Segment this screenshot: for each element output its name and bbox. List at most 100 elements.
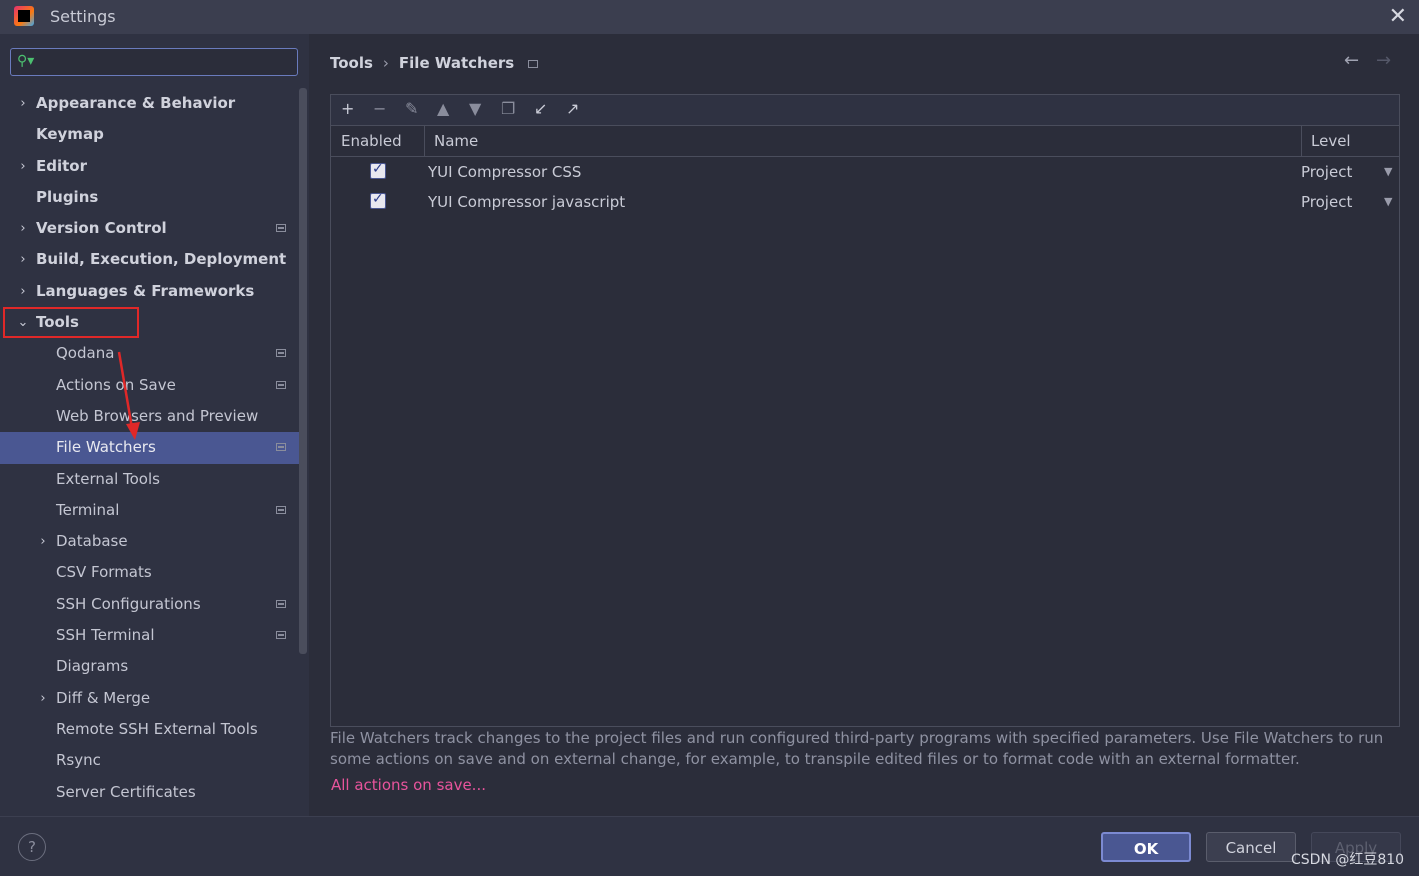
all-actions-on-save-link[interactable]: All actions on save...: [331, 776, 486, 794]
sidebar-item[interactable]: SSH Terminal: [0, 620, 300, 651]
add-icon[interactable]: +: [341, 99, 354, 118]
close-icon[interactable]: ✕: [1389, 4, 1407, 29]
table-header: Enabled Name Level: [331, 126, 1399, 157]
level-select[interactable]: Project: [1301, 193, 1352, 211]
table-toolbar: + − ✎ ▲ ▼ ❐ ↙ ↗: [331, 95, 1399, 126]
sidebar-item-label: Appearance & Behavior: [36, 94, 236, 112]
header-level[interactable]: Level: [1311, 132, 1351, 150]
sidebar-item[interactable]: Web Browsers and Preview: [0, 401, 300, 432]
sidebar-item[interactable]: › Version Control: [0, 213, 300, 244]
chevron-right-icon[interactable]: ›: [16, 213, 30, 244]
cancel-button[interactable]: Cancel: [1206, 832, 1296, 862]
project-level-icon: [276, 631, 286, 640]
sidebar-item-label: SSH Terminal: [56, 626, 155, 645]
sidebar-item-label: Keymap: [36, 125, 104, 144]
sidebar-item[interactable]: › Editor: [0, 151, 300, 182]
sidebar-item[interactable]: › Diff & Merge: [0, 683, 300, 714]
sidebar-item[interactable]: Terminal: [0, 495, 300, 526]
table-row[interactable]: YUI Compressor CSS Project ▼: [331, 157, 1399, 187]
sidebar-item-label: Remote SSH External Tools: [56, 719, 258, 738]
sidebar-item-label: Languages & Frameworks: [36, 281, 255, 300]
move-down-icon[interactable]: ▼: [469, 99, 481, 118]
breadcrumb-parent[interactable]: Tools: [330, 54, 373, 72]
help-button[interactable]: ?: [18, 833, 46, 861]
search-input[interactable]: ⚲▾: [10, 48, 298, 76]
sidebar-item-label: Web Browsers and Preview: [56, 406, 259, 425]
sidebar-item[interactable]: Qodana: [0, 338, 300, 369]
project-level-icon: [276, 380, 286, 389]
back-arrow-icon[interactable]: ←: [1344, 50, 1359, 71]
forward-arrow-icon[interactable]: →: [1376, 50, 1391, 71]
search-icon: ⚲▾: [17, 53, 35, 69]
column-separator: [424, 126, 425, 156]
sidebar-item-label: Diagrams: [56, 657, 129, 676]
sidebar-item[interactable]: Server Certificates: [0, 777, 300, 808]
watcher-name: YUI Compressor javascript: [428, 193, 626, 211]
sidebar-item-label: Server Certificates: [56, 782, 196, 801]
sidebar-item[interactable]: CSV Formats: [0, 557, 300, 588]
sidebar-item[interactable]: › Build, Execution, Deployment: [0, 244, 300, 275]
sidebar-item[interactable]: Keymap: [0, 119, 300, 150]
sidebar-item[interactable]: SSH Configurations: [0, 589, 300, 620]
project-level-icon: [528, 59, 539, 68]
sidebar-scrollbar[interactable]: [299, 88, 307, 654]
watcher-name: YUI Compressor CSS: [428, 163, 582, 181]
chevron-right-icon[interactable]: ›: [36, 526, 50, 557]
description-text: File Watchers track changes to the proje…: [330, 729, 1384, 768]
sidebar-item-label: Qodana: [56, 344, 115, 363]
header-name[interactable]: Name: [434, 132, 478, 150]
enabled-checkbox[interactable]: [370, 191, 386, 209]
settings-tree: › Appearance & Behavior Keymap › Editor Plugi…: [0, 88, 300, 808]
sidebar-item-label: Terminal: [56, 500, 120, 519]
sidebar-item-label: Rsync: [56, 751, 101, 770]
watermark: CSDN @红豆810: [1291, 852, 1405, 868]
move-up-icon[interactable]: ▲: [437, 99, 449, 118]
export-icon[interactable]: ↗: [566, 99, 579, 118]
chevron-right-icon[interactable]: ›: [16, 88, 30, 119]
sidebar-item[interactable]: › Appearance & Behavior: [0, 88, 300, 119]
sidebar-item-label: SSH Configurations: [56, 594, 201, 613]
chevron-down-icon[interactable]: ▼: [1384, 165, 1392, 178]
project-level-icon: [276, 505, 286, 514]
sidebar-item[interactable]: Plugins: [0, 182, 300, 213]
intellij-app-icon: [14, 6, 34, 26]
main-content: Tools › File Watchers ← → + − ✎ ▲ ▼ ❐ ↙ ↗ …: [310, 34, 1419, 816]
sidebar-item[interactable]: External Tools: [0, 464, 300, 495]
breadcrumb-separator: ›: [382, 54, 389, 72]
enabled-checkbox[interactable]: [370, 161, 386, 179]
sidebar-item-label: Version Control: [36, 219, 167, 238]
sidebar-item[interactable]: Rsync: [0, 745, 300, 776]
sidebar-item-label: Build, Execution, Deployment: [36, 250, 287, 269]
breadcrumb: Tools › File Watchers: [330, 54, 539, 72]
level-select[interactable]: Project: [1301, 163, 1352, 181]
sidebar-item-label: Database: [56, 532, 128, 551]
edit-icon[interactable]: ✎: [405, 99, 418, 118]
chevron-right-icon[interactable]: ›: [16, 151, 30, 182]
sidebar-item[interactable]: › Database: [0, 526, 300, 557]
sidebar-item[interactable]: File Watchers: [0, 432, 300, 464]
chevron-down-icon[interactable]: ▼: [1384, 195, 1392, 208]
remove-icon[interactable]: −: [373, 99, 386, 118]
sidebar-item-label: Editor: [36, 156, 87, 175]
sidebar-item[interactable]: › Languages & Frameworks: [0, 276, 300, 307]
breadcrumb-current: File Watchers: [398, 54, 515, 72]
sidebar-item[interactable]: Remote SSH External Tools: [0, 714, 300, 745]
header-enabled[interactable]: Enabled: [341, 132, 402, 150]
chevron-right-icon[interactable]: ›: [16, 276, 30, 307]
chevron-right-icon[interactable]: ›: [36, 683, 50, 714]
project-level-icon: [276, 224, 286, 233]
table-row[interactable]: YUI Compressor javascript Project ▼: [331, 187, 1399, 217]
chevron-down-icon[interactable]: ⌄: [16, 307, 30, 338]
sidebar-item[interactable]: ⌄ Tools: [0, 307, 300, 338]
project-level-icon: [276, 443, 286, 452]
ok-button[interactable]: OK: [1101, 832, 1191, 862]
window-title: Settings: [50, 7, 116, 26]
sidebar-item[interactable]: Actions on Save: [0, 370, 300, 401]
import-icon[interactable]: ↙: [534, 99, 547, 118]
project-level-icon: [276, 349, 286, 358]
sidebar-item-label: External Tools: [56, 469, 160, 488]
sidebar-item-label: CSV Formats: [56, 563, 152, 582]
copy-icon[interactable]: ❐: [501, 99, 515, 118]
sidebar-item[interactable]: Diagrams: [0, 651, 300, 682]
chevron-right-icon[interactable]: ›: [16, 244, 30, 275]
